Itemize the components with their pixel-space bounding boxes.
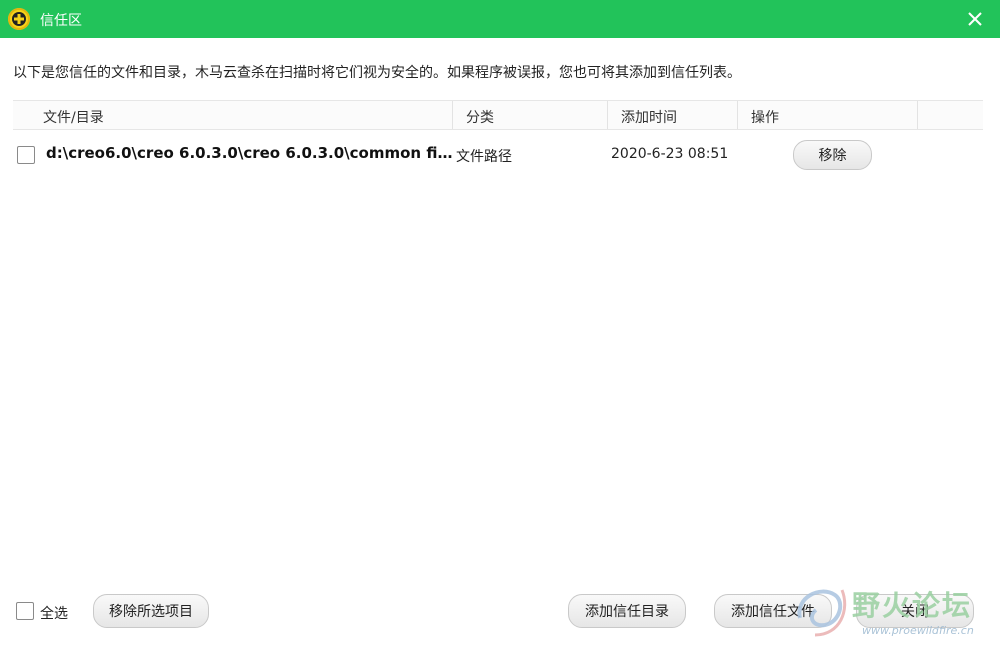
watermark-text: 野火论坛 — [852, 589, 973, 622]
remove-selected-button[interactable]: 移除所选项目 — [93, 594, 209, 628]
column-header-path[interactable]: 文件/目录 — [43, 107, 104, 127]
column-separator[interactable] — [737, 101, 738, 129]
row-path: d:\creo6.0\creo 6.0.3.0\creo 6.0.3.0\com… — [46, 144, 453, 162]
table-header: 文件/目录 分类 添加时间 操作 — [13, 100, 983, 130]
window-title: 信任区 — [40, 13, 82, 29]
column-header-action: 操作 — [751, 110, 779, 126]
remove-row-button[interactable]: 移除 — [793, 140, 872, 170]
column-separator[interactable] — [917, 101, 918, 129]
row-checkbox[interactable] — [17, 146, 35, 164]
row-added-time: 2020-6-23 08:51 — [611, 146, 729, 162]
select-all-label[interactable]: 全选 — [40, 603, 68, 623]
add-trusted-directory-button[interactable]: 添加信任目录 — [568, 594, 686, 628]
column-header-category[interactable]: 分类 — [466, 107, 494, 127]
select-all-checkbox[interactable] — [16, 602, 34, 620]
close-icon — [968, 12, 982, 26]
plus-icon — [14, 14, 24, 24]
title-bar: 信任区 — [0, 0, 1000, 38]
watermark-swirl-icon — [797, 589, 847, 637]
app-logo-icon — [8, 8, 30, 30]
column-separator[interactable] — [607, 101, 608, 129]
row-category: 文件路径 — [456, 149, 512, 165]
trust-table: 文件/目录 分类 添加时间 操作 d:\creo6.0\creo 6.0.3.0… — [13, 100, 983, 170]
column-header-added-time[interactable]: 添加时间 — [621, 107, 677, 127]
watermark-url: www.proewildfire.cn — [862, 624, 974, 637]
column-separator[interactable] — [452, 101, 453, 129]
close-window-button[interactable] — [964, 8, 986, 30]
trust-description: 以下是您信任的文件和目录，木马云查杀在扫描时将它们视为安全的。如果程序被误报，您… — [13, 65, 741, 81]
forum-watermark: 野火论坛 www.proewildfire.cn — [790, 580, 995, 645]
table-row[interactable]: d:\creo6.0\creo 6.0.3.0\creo 6.0.3.0\com… — [13, 134, 983, 178]
